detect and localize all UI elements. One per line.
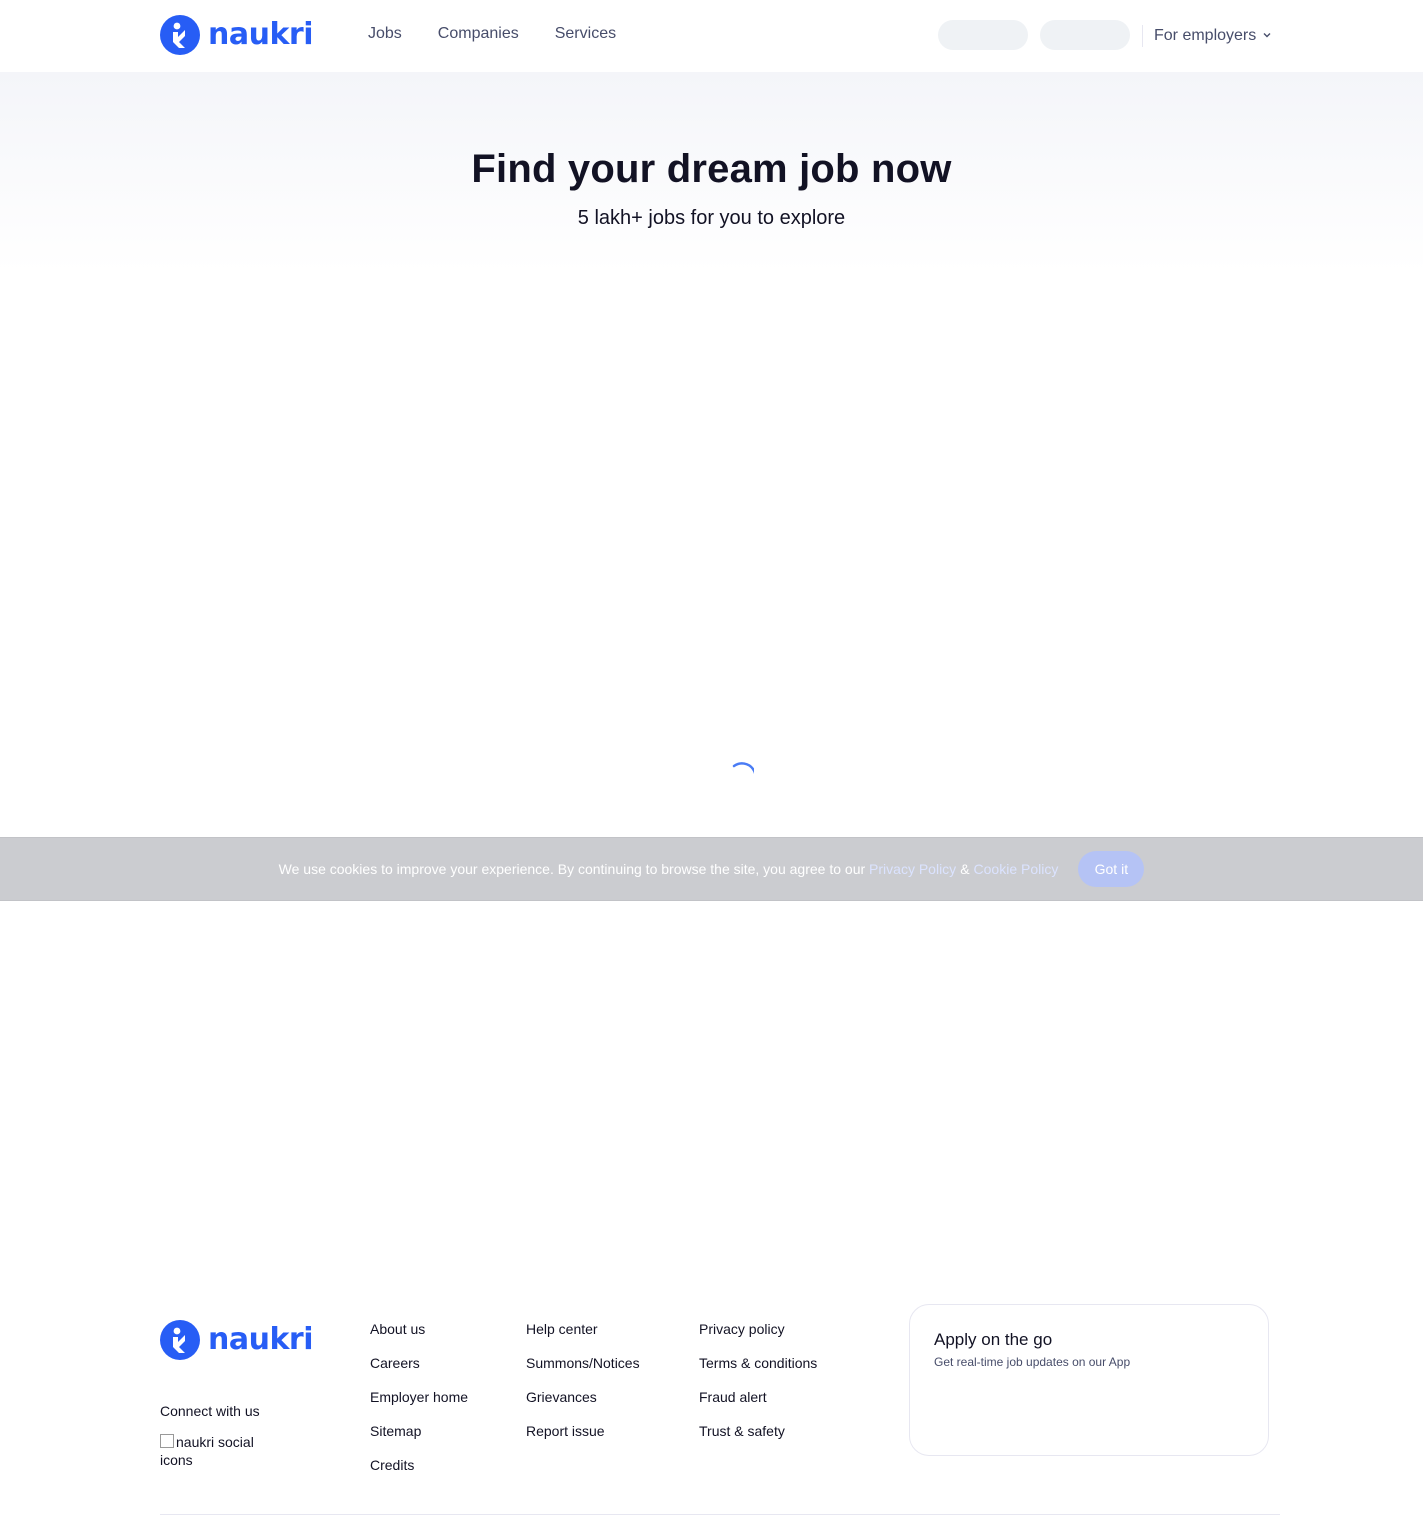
login-button-placeholder — [938, 20, 1028, 50]
footer-link-privacy[interactable]: Privacy policy — [699, 1320, 817, 1338]
footer-link-fraud-alert[interactable]: Fraud alert — [699, 1388, 817, 1406]
footer-link-sitemap[interactable]: Sitemap — [370, 1422, 468, 1440]
footer-divider — [160, 1514, 1280, 1515]
footer-link-summons[interactable]: Summons/Notices — [526, 1354, 640, 1372]
cookie-message: We use cookies to improve your experienc… — [279, 861, 1059, 877]
cookie-ampersand: & — [960, 861, 970, 877]
footer-link-terms[interactable]: Terms & conditions — [699, 1354, 817, 1372]
footer-link-report-issue[interactable]: Report issue — [526, 1422, 640, 1440]
footer-link-credits[interactable]: Credits — [370, 1456, 468, 1474]
footer-logo-icon — [160, 1320, 200, 1360]
hero-subtitle: 5 lakh+ jobs for you to explore — [577, 207, 846, 229]
footer-link-help-center[interactable]: Help center — [526, 1320, 640, 1338]
chevron-down-icon — [1262, 26, 1272, 46]
cookie-policy-link[interactable]: Cookie Policy — [974, 861, 1059, 877]
footer-naukri-logo[interactable]: naukri — [160, 1320, 314, 1360]
cookie-text: We use cookies to improve your experienc… — [278, 861, 866, 877]
broken-image-icon — [160, 1434, 174, 1448]
footer-link-careers[interactable]: Careers — [370, 1354, 468, 1372]
footer-link-employer-home[interactable]: Employer home — [370, 1388, 468, 1406]
social-icons-alt: naukri social icons — [160, 1434, 254, 1468]
privacy-policy-link[interactable]: Privacy Policy — [869, 861, 956, 877]
nav-companies[interactable]: Companies — [438, 24, 519, 44]
top-header: naukri Jobs Companies Services For emplo… — [0, 0, 1423, 72]
connect-with-us-label: Connect with us — [160, 1403, 260, 1419]
naukri-logo[interactable]: naukri — [160, 15, 314, 55]
hero-title: Find your dream job now — [471, 147, 952, 191]
footer-link-trust-safety[interactable]: Trust & safety — [699, 1422, 817, 1440]
footer-column-legal: Privacy policy Terms & conditions Fraud … — [699, 1320, 817, 1456]
for-employers-label: For employers — [1154, 27, 1257, 44]
naukri-logo-icon — [160, 15, 200, 55]
nav-jobs[interactable]: Jobs — [368, 24, 402, 44]
footer-column-help: Help center Summons/Notices Grievances R… — [526, 1320, 640, 1456]
social-icons-image: naukri social icons — [160, 1433, 270, 1469]
apply-title: Apply on the go — [934, 1330, 1053, 1349]
footer-link-about[interactable]: About us — [370, 1320, 468, 1338]
nav-services[interactable]: Services — [555, 24, 616, 44]
apply-subtitle: Get real-time job updates on our App — [934, 1355, 1131, 1369]
register-button-placeholder — [1040, 20, 1130, 50]
loading-spinner-icon — [722, 762, 757, 794]
logo-wordmark: naukri — [208, 17, 314, 52]
apply-on-the-go-card: Apply on the go Get real-time job update… — [909, 1304, 1269, 1456]
footer-link-grievances[interactable]: Grievances — [526, 1388, 640, 1406]
main-nav: Jobs Companies Services — [368, 24, 652, 44]
for-employers-dropdown[interactable]: For employers — [1154, 26, 1272, 46]
got-it-button[interactable]: Got it — [1078, 851, 1145, 887]
cookie-banner: We use cookies to improve your experienc… — [0, 837, 1423, 901]
header-divider — [1142, 25, 1143, 47]
footer-column-company: About us Careers Employer home Sitemap C… — [370, 1320, 468, 1490]
footer-logo-wordmark: naukri — [208, 1322, 314, 1357]
